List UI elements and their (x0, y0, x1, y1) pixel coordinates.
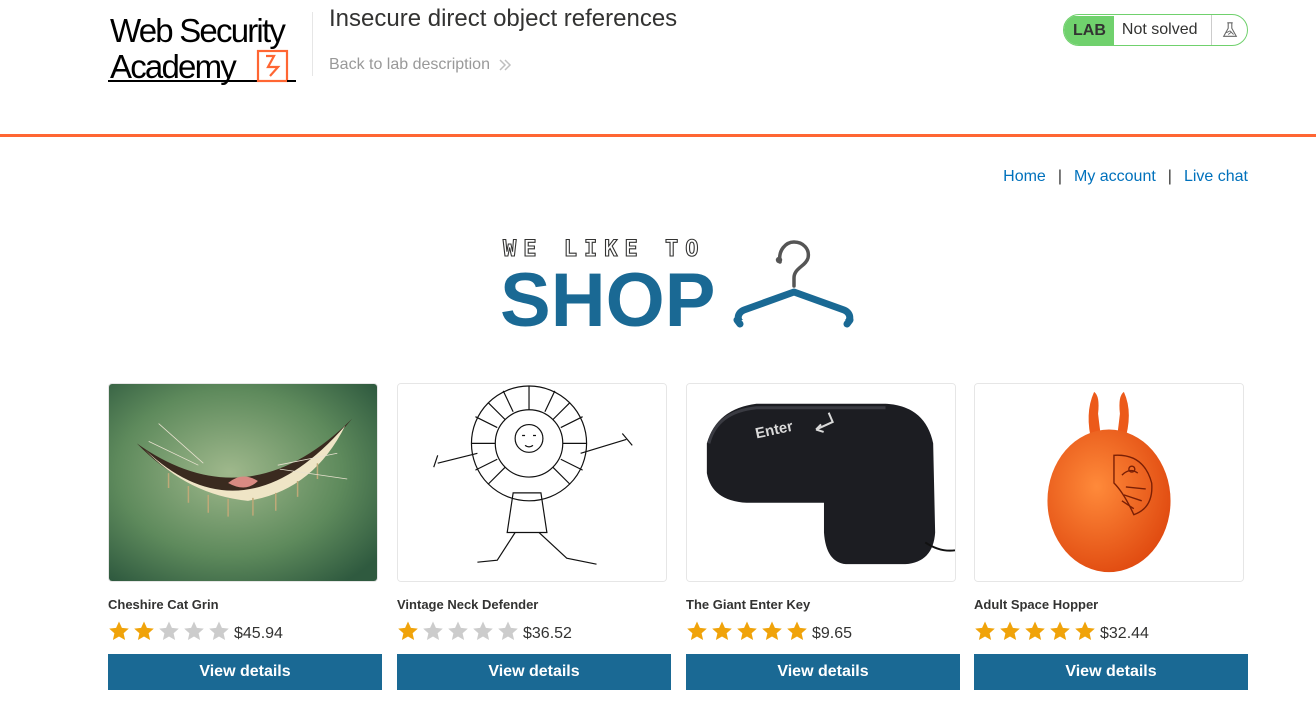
lab-status-text: Not solved (1114, 15, 1213, 45)
view-details-button[interactable]: View details (686, 654, 960, 690)
star-icon (498, 621, 518, 640)
star-icon (1050, 621, 1070, 640)
product-name: Vintage Neck Defender (397, 597, 539, 612)
lab-badge: LAB (1064, 16, 1114, 45)
star-icon (712, 621, 732, 640)
nav-home-link[interactable]: Home (1003, 168, 1046, 186)
star-icon (184, 621, 204, 640)
product-name: Cheshire Cat Grin (108, 597, 219, 612)
view-details-button[interactable]: View details (108, 654, 382, 690)
double-chevron-right-icon (499, 59, 512, 71)
lab-status-widget: LAB Not solved (1063, 14, 1248, 46)
we-like-to-shop-banner: WE LIKE TO SHOP (500, 236, 856, 343)
product-rating-row: $36.52 (397, 618, 671, 644)
star-rating (974, 620, 1096, 642)
star-rating (108, 620, 230, 642)
nav-live-chat-link[interactable]: Live chat (1184, 168, 1248, 186)
view-details-button[interactable]: View details (974, 654, 1248, 690)
page: Web Security Academy Insecure direct obj… (0, 0, 1316, 707)
star-icon (109, 621, 129, 640)
star-icon (787, 621, 807, 640)
product-card: Adult Space Hopper $32.44 View details (974, 383, 1248, 690)
top-navigation: Home | My account | Live chat (1003, 168, 1248, 186)
product-name: Adult Space Hopper (974, 597, 1099, 612)
product-card: Enter The Giant Enter Key $9.65 View det… (686, 383, 960, 690)
star-icon (1000, 621, 1020, 640)
star-icon (209, 621, 229, 640)
svg-text:SHOP: SHOP (500, 258, 715, 332)
star-icon (762, 621, 782, 640)
back-link-label: Back to lab description (329, 56, 490, 73)
nav-my-account-link[interactable]: My account (1074, 168, 1156, 186)
svg-text:Web Security: Web Security (110, 12, 286, 49)
lab-title: Insecure direct object references (329, 5, 678, 32)
lab-header: Web Security Academy Insecure direct obj… (0, 0, 1316, 137)
star-icon (423, 621, 443, 640)
star-icon (398, 621, 418, 640)
product-rating-row: $9.65 (686, 618, 960, 644)
product-price: $9.65 (812, 625, 853, 642)
product-card: Cheshire Cat Grin $45.94 View details (108, 383, 382, 690)
flask-icon[interactable] (1212, 15, 1247, 45)
star-rating (397, 620, 519, 642)
product-rating-row: $45.94 (108, 618, 382, 644)
svg-text:Academy: Academy (110, 48, 237, 85)
nav-separator: | (1057, 168, 1062, 185)
star-icon (134, 621, 154, 640)
nav-separator: | (1167, 168, 1172, 185)
star-icon (687, 621, 707, 640)
product-price: $36.52 (523, 625, 572, 642)
star-icon (737, 621, 757, 640)
product-name: The Giant Enter Key (686, 597, 811, 612)
star-icon (975, 621, 995, 640)
product-rating-row: $32.44 (974, 618, 1248, 644)
product-image[interactable]: Enter (686, 383, 956, 582)
header-divider (312, 12, 313, 76)
star-icon (1075, 621, 1095, 640)
product-image[interactable] (974, 383, 1244, 582)
product-price: $32.44 (1100, 625, 1149, 642)
view-details-button[interactable]: View details (397, 654, 671, 690)
coat-hanger-icon (733, 240, 854, 328)
web-security-academy-logo[interactable]: Web Security Academy (108, 12, 310, 86)
star-icon (1025, 621, 1045, 640)
product-image[interactable] (397, 383, 667, 582)
product-price: $45.94 (234, 625, 283, 642)
star-icon (448, 621, 468, 640)
star-icon (159, 621, 179, 640)
star-rating (686, 620, 808, 642)
back-to-lab-description-link[interactable]: Back to lab description (329, 56, 512, 74)
product-image[interactable] (108, 383, 378, 582)
star-icon (473, 621, 493, 640)
product-card: Vintage Neck Defender $36.52 View detail… (397, 383, 671, 690)
